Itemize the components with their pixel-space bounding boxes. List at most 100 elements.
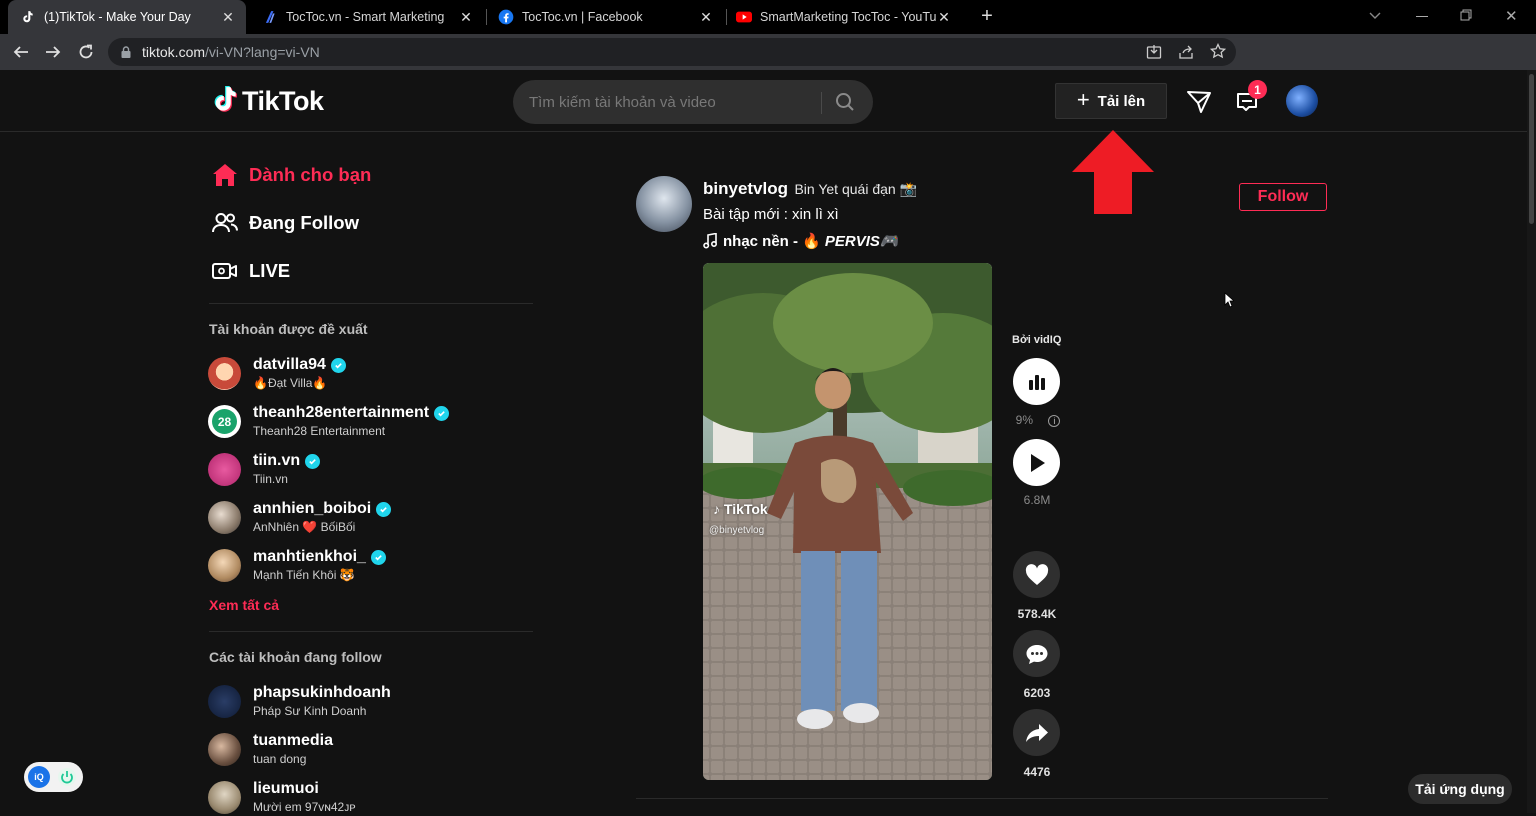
account-username[interactable]: datvilla94 [253, 356, 346, 374]
follow-button[interactable]: Follow [1239, 183, 1327, 211]
post-author-avatar[interactable] [636, 176, 692, 232]
avatar[interactable] [208, 501, 241, 534]
account-username[interactable]: annhien_boiboi [253, 500, 392, 518]
vidiq-logo-icon[interactable]: iQ [28, 766, 50, 788]
video-watermark: ♪ TikTok [713, 501, 768, 517]
tab-title: TocToc.vn | Facebook [522, 10, 643, 24]
tab-youtube[interactable]: SmartMarketing TocToc - YouTube ✕ [734, 0, 960, 34]
avatar[interactable] [208, 549, 241, 582]
sidebar-item-label: LIVE [249, 260, 291, 281]
new-tab-icon[interactable]: + [978, 6, 996, 26]
red-arrow-annotation [1070, 128, 1156, 216]
post-author[interactable]: binyetvlog Bin Yet quái đạn 📸 [703, 179, 917, 199]
sidebar-divider [209, 631, 533, 632]
minimize-icon[interactable] [1416, 16, 1428, 17]
sidebar-item-for-you[interactable]: Dành cho bạn [212, 160, 371, 190]
view-count-button[interactable] [1013, 439, 1060, 486]
account-display-name: 🔥Đạt Villa🔥 [253, 376, 328, 390]
post-music[interactable]: nhạc nền - 🔥 PERVIS🎮 [703, 232, 899, 250]
avatar[interactable] [208, 685, 241, 718]
close-window-icon[interactable]: ✕ [1505, 7, 1518, 25]
bookmark-star-icon[interactable] [1210, 43, 1226, 59]
reload-icon[interactable] [78, 44, 94, 60]
tab-search-chevron-icon[interactable] [1368, 8, 1382, 22]
back-icon[interactable] [13, 44, 29, 60]
suggested-accounts-title: Tài khoản được đề xuất [209, 321, 368, 337]
verified-icon [376, 501, 392, 517]
lock-icon[interactable] [121, 46, 131, 58]
address-bar[interactable]: tiktok.com/vi-VN?lang=vi-VN [108, 38, 1236, 66]
forward-icon[interactable] [45, 44, 61, 60]
username-text: annhien_boiboi [253, 500, 372, 517]
see-all-link[interactable]: Xem tất cả [209, 597, 279, 613]
share-button[interactable] [1013, 709, 1060, 756]
vidiq-stats-button[interactable] [1013, 358, 1060, 405]
verified-icon [305, 453, 321, 469]
post-username[interactable]: binyetvlog [703, 179, 788, 198]
upload-label: Tải lên [1097, 92, 1146, 110]
account-display-name: Mạnh Tiến Khôi 🐯 [253, 568, 355, 582]
messages-icon[interactable] [1186, 90, 1212, 114]
upload-button[interactable]: + Tải lên [1055, 83, 1167, 119]
share-arrow-icon [1025, 723, 1048, 742]
avatar[interactable] [208, 453, 241, 486]
get-app-button[interactable]: Tải ứng dụng [1408, 774, 1512, 804]
tiktok-logo-text[interactable]: TikTok [242, 86, 324, 117]
comment-button[interactable] [1013, 630, 1060, 677]
avatar[interactable] [208, 781, 241, 814]
verified-icon [330, 357, 346, 373]
tab-close-icon[interactable]: ✕ [220, 9, 236, 25]
heart-icon [1025, 563, 1048, 585]
restore-icon[interactable] [1460, 9, 1472, 21]
info-icon[interactable]: i [1048, 415, 1061, 427]
comment-icon [1026, 644, 1047, 664]
like-button[interactable] [1013, 551, 1060, 598]
facebook-favicon-icon [498, 9, 514, 25]
post-display-name[interactable]: Bin Yet quái đạn 📸 [794, 181, 917, 197]
following-accounts-title: Các tài khoản đang follow [209, 649, 382, 665]
account-display-name: Theanh28 Entertainment [253, 424, 386, 438]
search-bar[interactable]: Tìm kiếm tài khoản và video [513, 80, 873, 124]
vidiq-label: Bởi vidIQ [1012, 334, 1062, 346]
avatar[interactable] [208, 733, 241, 766]
sidebar-item-following[interactable]: Đang Follow [212, 208, 359, 238]
sidebar-item-label: Dành cho bạn [249, 164, 372, 185]
sidebar-item-live[interactable]: LIVE [212, 256, 290, 286]
verified-icon [370, 549, 386, 565]
install-app-icon[interactable] [1146, 44, 1162, 60]
tiktok-logo-icon[interactable] [211, 86, 239, 116]
tab-close-icon[interactable]: ✕ [698, 9, 714, 25]
profile-avatar[interactable] [1286, 85, 1318, 117]
avatar[interactable]: 28 [208, 405, 241, 438]
vidiq-widget[interactable]: iQ [24, 762, 83, 792]
watermark-text: TikTok [723, 501, 768, 517]
tiktok-favicon-icon [20, 9, 36, 25]
toctoc-favicon-icon [262, 9, 278, 25]
bar-chart-icon [1028, 374, 1045, 390]
account-username[interactable]: tuanmedia [253, 732, 333, 750]
tab-title: SmartMarketing TocToc - YouTube [760, 10, 936, 24]
video-player[interactable]: ♪ TikTok @binyetvlog [703, 263, 992, 780]
tab-tiktok[interactable]: (1)TikTok - Make Your Day ✕ [8, 0, 246, 34]
account-username[interactable]: phapsukinhdoanh [253, 684, 391, 702]
share-icon[interactable] [1178, 44, 1194, 60]
comment-count: 6203 [1023, 686, 1051, 700]
tab-close-icon[interactable]: ✕ [936, 9, 952, 25]
tab-toctoc[interactable]: TocToc.vn - Smart Marketing ✕ [256, 0, 482, 34]
scrollbar-thumb[interactable] [1529, 74, 1534, 224]
account-username[interactable]: tiin.vn [253, 452, 321, 470]
video-watermark-handle: @binyetvlog [709, 525, 765, 536]
search-icon[interactable] [835, 92, 855, 112]
tab-close-icon[interactable]: ✕ [458, 9, 474, 25]
plus-icon: + [1076, 86, 1090, 112]
avatar[interactable] [208, 357, 241, 390]
theanh28-logo-icon: 28 [212, 409, 237, 434]
home-icon [212, 162, 238, 188]
tab-facebook[interactable]: TocToc.vn | Facebook ✕ [496, 0, 722, 34]
power-icon[interactable] [57, 767, 77, 787]
account-username[interactable]: manhtienkhoi_ [253, 548, 386, 566]
music-title: nhạc nền - 🔥 [723, 233, 821, 250]
account-username[interactable]: lieumuoi [253, 780, 319, 798]
account-username[interactable]: theanh28entertainment [253, 404, 450, 422]
search-input[interactable]: Tìm kiếm tài khoản và video [529, 94, 716, 111]
